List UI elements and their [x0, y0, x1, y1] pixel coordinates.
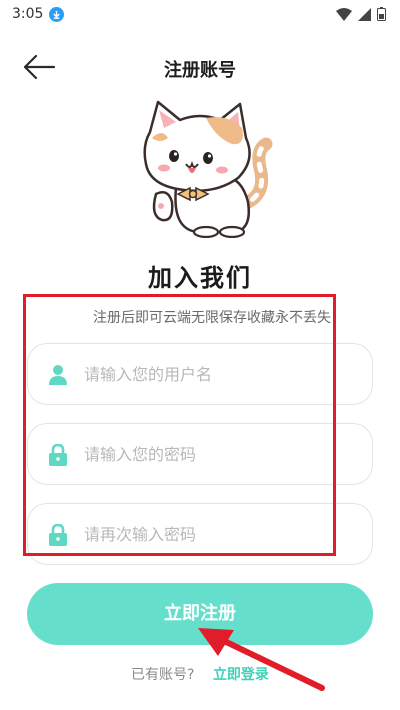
password-input[interactable]	[84, 424, 354, 484]
battery-icon	[377, 7, 386, 21]
headline: 加入我们	[148, 264, 252, 292]
password-field[interactable]	[27, 423, 373, 485]
login-row: 已有账号? 立即登录	[0, 664, 400, 684]
register-screen: 3:05 注册账号 加入我们 注册后即可云端无限保存收藏永不丢失 请输入您的用户…	[0, 0, 400, 710]
status-time: 3:05	[12, 6, 44, 22]
confirm-password-input[interactable]	[84, 504, 354, 564]
username-input[interactable]	[84, 344, 354, 404]
user-icon	[49, 365, 67, 385]
wifi-icon	[336, 7, 352, 21]
cat-mascot-illustration	[143, 100, 273, 238]
subtitle: 注册后即可云端无限保存收藏永不丢失	[93, 310, 331, 326]
download-icon	[49, 6, 65, 22]
username-field[interactable]	[27, 343, 373, 405]
status-bar: 3:05	[0, 0, 400, 28]
lock-icon	[49, 524, 67, 546]
login-link[interactable]: 立即登录	[213, 667, 269, 683]
header: 注册账号	[0, 48, 400, 88]
signal-icon	[358, 7, 371, 21]
status-icons	[336, 7, 386, 21]
page-title: 注册账号	[164, 60, 236, 81]
login-prompt: 已有账号?	[131, 667, 195, 683]
confirm-password-field[interactable]	[27, 503, 373, 565]
register-button[interactable]: 立即注册	[27, 583, 373, 645]
lock-icon	[49, 444, 67, 466]
